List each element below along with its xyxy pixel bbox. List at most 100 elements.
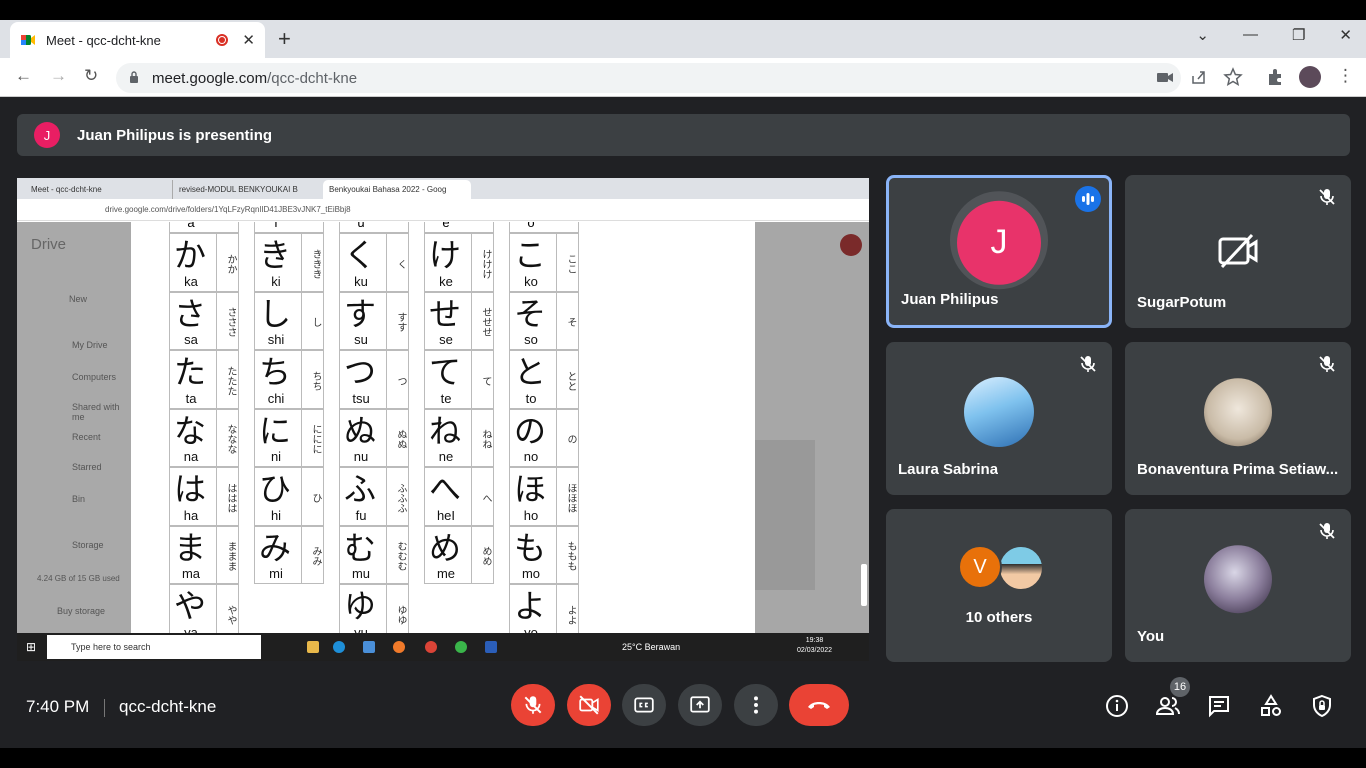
mic-off-icon	[1319, 356, 1335, 372]
activities-button[interactable]	[1258, 693, 1284, 719]
drive-item: Starred	[72, 462, 102, 472]
kana-character: や	[174, 587, 207, 625]
kana-romaji: ko	[524, 273, 538, 289]
extensions-icon[interactable]	[1265, 67, 1285, 87]
kana-cell: た ta たたた	[169, 350, 239, 409]
taskbar-weather: 25°C Berawan	[622, 642, 681, 652]
meeting-info-button[interactable]	[1104, 693, 1130, 719]
kana-romaji: ni	[270, 449, 282, 464]
kana-cell: ふ fu ふふふ	[339, 467, 409, 526]
kana-romaji: na	[183, 449, 199, 464]
drive-preview	[755, 440, 815, 590]
kana-cell: さ sa さささ	[169, 291, 239, 350]
browser-tab-meet[interactable]: Meet - qcc-dcht-kne ✕	[10, 22, 265, 58]
kana-character: む	[344, 528, 377, 567]
leave-call-button[interactable]	[789, 684, 849, 726]
file-explorer-icon	[307, 641, 319, 653]
kana-stroke-guide: やや	[216, 585, 238, 633]
kana-character: へ	[429, 470, 462, 508]
kana-cell: な na ななな	[169, 408, 239, 467]
kana-cell: も mo ももも	[509, 525, 579, 584]
drive-storage-used: 4.24 GB of 15 GB used	[37, 574, 120, 583]
new-tab-button[interactable]: +	[278, 26, 291, 52]
chat-icon	[1209, 696, 1229, 718]
camera-icon[interactable]	[1155, 67, 1175, 87]
kana-cell: や ya やや	[169, 584, 239, 633]
kana-cell: こ ko ここ	[509, 233, 579, 292]
drive-item: Storage	[72, 540, 104, 550]
kana-stroke-guide: ぬぬ	[386, 409, 408, 466]
kana-romaji: mu	[351, 566, 371, 581]
kana-cell: せ se せせせ	[424, 291, 494, 350]
kana-stroke-guide: さささ	[216, 292, 238, 349]
kana-character: す	[344, 294, 377, 333]
kana-stroke-guide: ききき	[301, 234, 323, 291]
kana-stroke-guide: し	[301, 292, 323, 349]
reload-icon[interactable]: ↻	[84, 66, 98, 86]
meet-favicon-icon	[21, 35, 35, 45]
tab-search-icon[interactable]: ⌄	[1196, 26, 1209, 44]
camera-off-icon	[579, 695, 599, 715]
kana-stroke-guide: の	[556, 409, 578, 466]
present-now-button[interactable]	[678, 684, 722, 726]
others-avatar: V	[958, 545, 1002, 589]
kana-character: と	[514, 353, 547, 391]
kana-empty-cell	[424, 584, 494, 633]
kana-cell: そ so そ	[509, 291, 579, 350]
participant-tile-you[interactable]: You	[1125, 509, 1351, 662]
drive-logo: Drive	[31, 236, 67, 253]
chrome-icon	[425, 641, 437, 653]
address-bar[interactable]: meet.google.com/qcc-dcht-kne	[116, 63, 1181, 93]
url-domain: meet.google.com	[152, 70, 268, 87]
kana-stroke-guide: たたた	[216, 351, 238, 408]
close-window-button[interactable]: ✕	[1339, 26, 1352, 44]
taskbar-clock: 19:38 02/03/2022	[797, 636, 832, 656]
more-options-button[interactable]	[734, 684, 778, 726]
participant-tile-others[interactable]: V 10 others	[886, 509, 1112, 662]
kana-romaji: mi	[269, 566, 283, 581]
kana-romaji: tsu	[352, 390, 370, 406]
kana-stroke-guide: ここ	[556, 234, 578, 291]
shared-tabstrip: Meet - qcc-dcht-kne revised-MODUL BENKYO…	[17, 178, 869, 199]
kana-romaji: ne	[438, 449, 454, 464]
kana-romaji: yu	[354, 624, 368, 634]
chat-button[interactable]	[1206, 693, 1232, 719]
camera-toggle-button[interactable]	[567, 684, 611, 726]
shared-tab-label: Meet - qcc-dcht-kne	[31, 185, 102, 194]
kana-grid: a i u e o か ka かかき ki きききく ku くけ ke けけけこ ko ここさ sa さささし sh…	[169, 222, 579, 633]
participant-tile-bonaventura[interactable]: Bonaventura Prima Setiaw...	[1125, 342, 1351, 495]
host-controls-button[interactable]	[1309, 693, 1335, 719]
drive-item: Computers	[72, 372, 117, 382]
store-icon	[363, 641, 375, 653]
mic-toggle-button[interactable]	[511, 684, 555, 726]
kana-stroke-guide: ちち	[301, 351, 323, 408]
chrome-menu-icon[interactable]: ⋮	[1337, 66, 1354, 86]
share-icon[interactable]	[1189, 67, 1209, 87]
kana-romaji: su	[354, 332, 368, 347]
kana-header-label: a	[187, 222, 195, 230]
shared-scrollbar	[861, 564, 867, 606]
word-icon	[485, 641, 497, 653]
participant-tile-laura[interactable]: Laura Sabrina	[886, 342, 1112, 495]
kana-romaji: ki	[271, 273, 281, 289]
url-path: /qcc-dcht-kne	[267, 70, 358, 87]
back-icon[interactable]: ←	[15, 66, 32, 86]
kana-cell: ぬ nu ぬぬ	[339, 408, 409, 467]
close-tab-icon[interactable]: ✕	[242, 31, 255, 49]
present-icon	[690, 696, 710, 713]
bookmark-star-icon[interactable]	[1223, 67, 1243, 87]
kana-header-cell: o	[509, 222, 579, 233]
kana-stroke-guide: とと	[556, 351, 578, 408]
participant-tile-juan[interactable]: J Juan Philipus	[886, 175, 1112, 328]
kana-character: め	[429, 528, 462, 567]
minimize-button[interactable]: —	[1243, 26, 1258, 44]
kana-cell: と to とと	[509, 350, 579, 409]
participant-tile-sugarpotum[interactable]: SugarPotum	[1125, 175, 1351, 328]
restore-button[interactable]: ❐	[1292, 26, 1305, 44]
people-button[interactable]	[1155, 693, 1181, 719]
participant-count-badge: 16	[1170, 677, 1190, 697]
forward-icon[interactable]: →	[50, 66, 67, 86]
profile-avatar[interactable]	[1299, 66, 1321, 88]
captions-button[interactable]	[622, 684, 666, 726]
kana-cell: て te て	[424, 350, 494, 409]
